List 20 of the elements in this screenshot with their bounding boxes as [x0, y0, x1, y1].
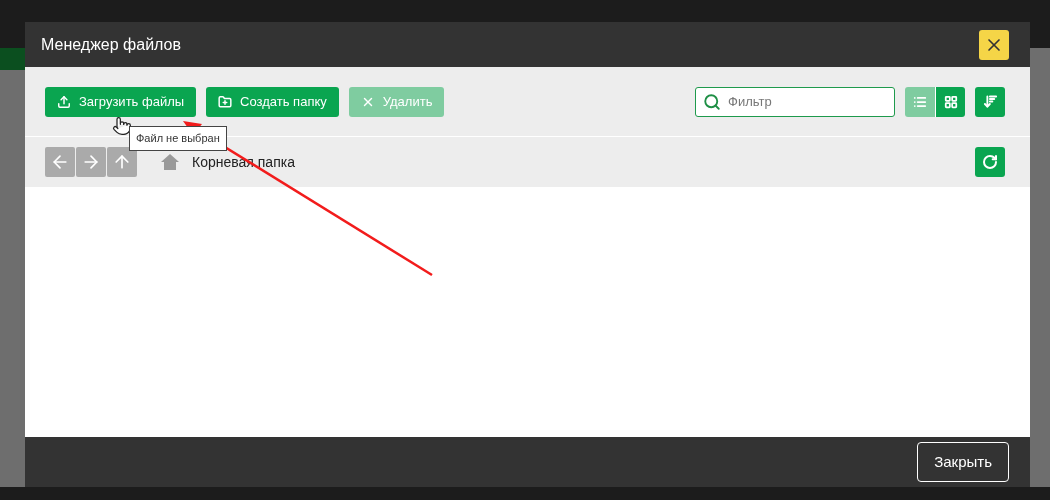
modal-title: Менеджер файлов	[41, 34, 181, 55]
toolbar-button[interactable]: Создать папку	[206, 86, 339, 117]
close-dialog-button[interactable]: Закрыть	[917, 442, 1009, 482]
house-icon	[161, 154, 179, 170]
list-icon	[913, 94, 927, 109]
refresh-button[interactable]	[975, 147, 1005, 177]
sidebar-strip	[0, 48, 25, 70]
grid-icon	[943, 94, 958, 109]
upload-icon	[57, 94, 71, 109]
sort-icon	[982, 94, 998, 109]
sort-button[interactable]	[975, 86, 1005, 117]
tooltip: Файл не выбран	[129, 126, 227, 151]
refresh-icon	[982, 154, 998, 170]
toolbar-button[interactable]: Загрузить файлы	[45, 86, 197, 117]
view-toggle[interactable]	[935, 86, 965, 117]
search-icon	[703, 92, 721, 111]
folder-plus-icon	[218, 94, 233, 109]
close-button[interactable]	[979, 29, 1009, 60]
filter-field[interactable]: Фильтр	[695, 86, 895, 117]
view-toggle[interactable]	[905, 86, 935, 117]
